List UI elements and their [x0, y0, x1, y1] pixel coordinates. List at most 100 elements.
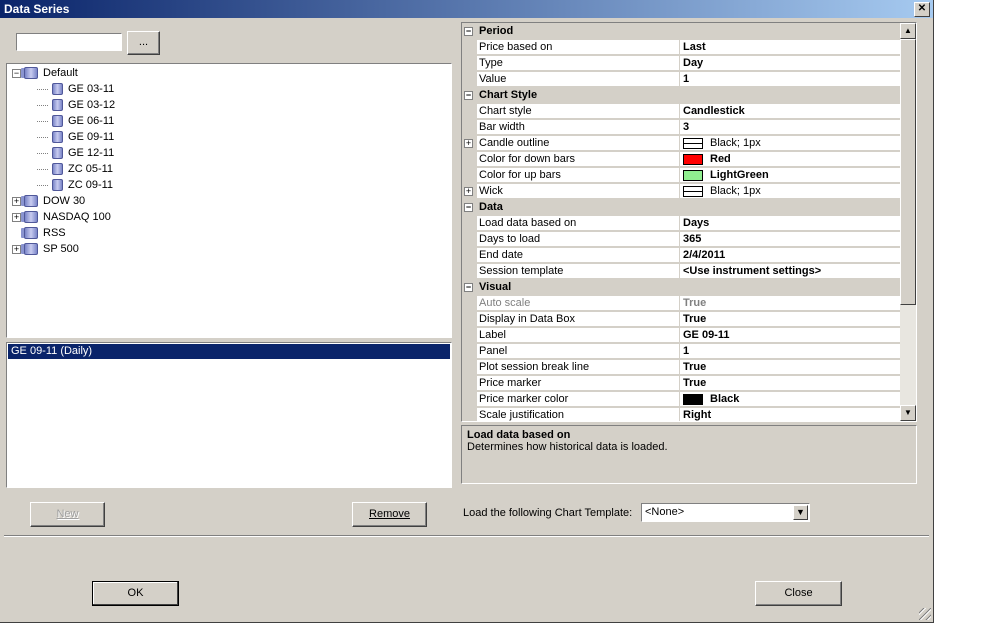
property-row[interactable]: Price marker color Black	[462, 392, 900, 408]
template-select[interactable]: <None> ▼	[641, 503, 810, 522]
resize-grip[interactable]	[919, 608, 931, 620]
list-item[interactable]: GE 09-11 (Daily)	[8, 344, 450, 359]
property-row[interactable]: Color for up bars LightGreen	[462, 168, 900, 184]
property-value-text: Right	[683, 409, 712, 421]
database-icon	[52, 131, 63, 144]
tree-leaf[interactable]: GE 03-12	[37, 97, 115, 113]
property-value[interactable]: Candlestick	[680, 104, 900, 119]
property-row[interactable]: + Candle outline Black; 1px	[462, 136, 900, 152]
tree-node[interactable]: RSS	[12, 225, 66, 241]
instrument-tree[interactable]: − Default GE 03-11 GE 03-12 GE 06-11 GE 09-11…	[6, 63, 452, 338]
tree-leaf[interactable]: GE 06-11	[37, 113, 114, 129]
expand-icon[interactable]: +	[464, 139, 473, 148]
property-value[interactable]: Days	[680, 216, 900, 231]
tree-node[interactable]: + DOW 30	[12, 193, 85, 209]
tree-leaf[interactable]: GE 09-11	[37, 129, 114, 145]
collapse-icon[interactable]: −	[464, 91, 473, 100]
tree-node[interactable]: − Default	[12, 65, 78, 81]
property-value[interactable]: Black	[680, 392, 900, 407]
expander-icon[interactable]: −	[12, 68, 21, 78]
property-row[interactable]: Price marker True	[462, 376, 900, 392]
selected-series-list[interactable]: GE 09-11 (Daily)	[6, 342, 452, 488]
property-label: Candle outline	[477, 136, 679, 151]
scroll-thumb[interactable]	[900, 39, 916, 305]
property-grid[interactable]: − Period Price based on Last Type Day Value 1− C…	[461, 22, 917, 422]
property-row[interactable]: Plot session break line True	[462, 360, 900, 376]
remove-label: Remove	[369, 508, 410, 520]
property-value[interactable]: 1	[680, 72, 900, 87]
property-scrollbar[interactable]: ▲ ▼	[900, 23, 916, 421]
property-value[interactable]: Day	[680, 56, 900, 71]
collapse-icon[interactable]: −	[464, 27, 473, 36]
property-value[interactable]: GE 09-11	[680, 328, 900, 343]
property-row[interactable]: Load data based on Days	[462, 216, 900, 232]
property-value-text: True	[683, 361, 707, 373]
database-group-icon	[24, 211, 38, 224]
property-value[interactable]: Red	[680, 152, 900, 167]
tree-node[interactable]: + SP 500	[12, 241, 79, 257]
property-value[interactable]: Black; 1px	[680, 184, 900, 199]
property-value[interactable]: Last	[680, 40, 900, 55]
tree-node-label: DOW 30	[43, 195, 86, 207]
property-row[interactable]: Display in Data Box True	[462, 312, 900, 328]
property-label: Price marker	[477, 376, 679, 391]
property-row[interactable]: Session template <Use instrument settings…	[462, 264, 900, 280]
close-window-button[interactable]: ✕	[914, 2, 930, 17]
property-value[interactable]: True	[680, 376, 900, 391]
tree-leaf[interactable]: GE 03-11	[37, 81, 114, 97]
category-header[interactable]: − Data	[462, 200, 900, 216]
property-row[interactable]: Color for down bars Red	[462, 152, 900, 168]
property-row[interactable]: End date 2/4/2011	[462, 248, 900, 264]
property-value[interactable]: True	[680, 296, 900, 311]
color-swatch-icon	[683, 137, 703, 149]
category-header[interactable]: − Period	[462, 24, 900, 40]
expand-icon[interactable]: +	[464, 187, 473, 196]
category-header[interactable]: − Chart Style	[462, 88, 900, 104]
tree-leaf[interactable]: GE 12-11	[37, 145, 114, 161]
property-row[interactable]: Value 1	[462, 72, 900, 88]
category-header[interactable]: − Visual	[462, 280, 900, 296]
expander-icon[interactable]: +	[12, 212, 21, 222]
property-row[interactable]: Label GE 09-11	[462, 328, 900, 344]
property-row[interactable]: Auto scale True	[462, 296, 900, 312]
new-button[interactable]: New	[30, 502, 105, 527]
property-value[interactable]: <Use instrument settings>	[680, 264, 900, 279]
scroll-down-icon[interactable]: ▼	[900, 405, 916, 421]
property-row[interactable]: Scale justification Right	[462, 408, 900, 421]
chevron-down-icon[interactable]: ▼	[793, 505, 808, 520]
property-value[interactable]: 1	[680, 344, 900, 359]
property-row[interactable]: Days to load 365	[462, 232, 900, 248]
property-value[interactable]: LightGreen	[680, 168, 900, 183]
property-value-text: True	[683, 297, 707, 309]
expander-icon[interactable]: +	[12, 196, 21, 206]
scroll-up-icon[interactable]: ▲	[900, 23, 916, 39]
property-row[interactable]: Chart style Candlestick	[462, 104, 900, 120]
remove-button[interactable]: Remove	[352, 502, 427, 527]
property-label: Wick	[477, 184, 679, 199]
property-row[interactable]: Bar width 3	[462, 120, 900, 136]
tree-node[interactable]: + NASDAQ 100	[12, 209, 111, 225]
property-value[interactable]: True	[680, 360, 900, 375]
browse-button[interactable]: ...	[127, 31, 160, 55]
property-value[interactable]: 2/4/2011	[680, 248, 900, 263]
tree-leaf-label: ZC 09-11	[68, 179, 114, 191]
ok-button[interactable]: OK	[92, 581, 179, 606]
expander-icon[interactable]: +	[12, 244, 21, 254]
database-group-icon	[24, 195, 38, 208]
property-row[interactable]: Panel 1	[462, 344, 900, 360]
property-value[interactable]: Black; 1px	[680, 136, 900, 151]
property-label: Panel	[477, 344, 679, 359]
property-row[interactable]: + Wick Black; 1px	[462, 184, 900, 200]
property-row[interactable]: Type Day	[462, 56, 900, 72]
property-row[interactable]: Price based on Last	[462, 40, 900, 56]
property-value[interactable]: Right	[680, 408, 900, 421]
collapse-icon[interactable]: −	[464, 283, 473, 292]
property-value[interactable]: 3	[680, 120, 900, 135]
property-value[interactable]: 365	[680, 232, 900, 247]
collapse-icon[interactable]: −	[464, 203, 473, 212]
close-button[interactable]: Close	[755, 581, 842, 606]
property-value[interactable]: True	[680, 312, 900, 327]
tree-leaf[interactable]: ZC 05-11	[37, 161, 113, 177]
tree-leaf[interactable]: ZC 09-11	[37, 177, 113, 193]
search-input[interactable]	[16, 33, 122, 51]
